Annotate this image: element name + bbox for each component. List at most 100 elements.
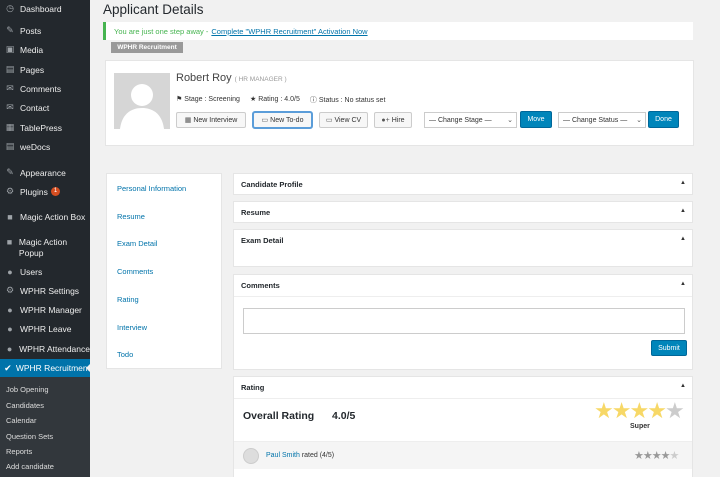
collapse-arrow-icon[interactable]: ▲ bbox=[680, 383, 686, 389]
menu-label: Magic Action Box bbox=[20, 211, 86, 222]
attendance-icon: ● bbox=[6, 343, 13, 354]
exam-detail-panel: Exam Detail ▲ bbox=[233, 229, 693, 267]
nav-todo[interactable]: Todo bbox=[117, 350, 133, 359]
menu-label: WPHR Manager bbox=[20, 304, 82, 315]
menu-wphr-settings[interactable]: ⚙ WPHR Settings bbox=[0, 282, 90, 299]
info-icon: ⓘ bbox=[309, 97, 317, 104]
add-user-icon: ●+ bbox=[381, 116, 390, 124]
new-todo-label: New To-do bbox=[270, 116, 304, 124]
menu-label: Contact bbox=[20, 102, 50, 113]
star-filled-icon: ★ bbox=[660, 450, 671, 462]
page-title: Applicant Details bbox=[103, 2, 204, 17]
rating-descriptor: Super bbox=[630, 423, 650, 430]
submenu-reports[interactable]: Reports bbox=[6, 447, 32, 456]
nav-personal-information[interactable]: Personal Information bbox=[117, 184, 186, 193]
menu-label: weDocs bbox=[20, 141, 51, 152]
flag-icon: ⚑ bbox=[176, 96, 183, 103]
chevron-down-icon: ⌄ bbox=[636, 117, 642, 124]
menu-magic-action-popup[interactable]: ■ Magic Action Popup bbox=[0, 234, 90, 260]
collapse-arrow-icon[interactable]: ▲ bbox=[680, 180, 686, 186]
new-interview-label: New Interview bbox=[193, 116, 238, 124]
menu-wphr-recruitment[interactable]: ✔ WPHR Recruitment bbox=[0, 359, 91, 377]
submenu-job-opening[interactable]: Job Opening bbox=[6, 385, 49, 394]
menu-comments[interactable]: ✉ Comments bbox=[0, 80, 90, 97]
menu-label: WPHR Recruitment bbox=[15, 363, 90, 373]
avatar bbox=[243, 448, 259, 464]
overall-star-rating: ★★★★★ bbox=[594, 398, 685, 423]
rating-panel: Rating ▲ Overall Rating 4.0/5 ★★★★★ Supe… bbox=[233, 376, 693, 477]
document-icon: ▭ bbox=[325, 117, 333, 124]
hire-label: Hire bbox=[391, 116, 405, 124]
applicant-header-card: Robert Roy( HR MANAGER ) ⚑ Stage : Screen… bbox=[105, 60, 694, 146]
manager-icon: ● bbox=[7, 304, 13, 315]
view-cv-button[interactable]: ▭ View CV bbox=[319, 112, 368, 128]
nav-resume[interactable]: Resume bbox=[117, 212, 145, 221]
done-button[interactable]: Done bbox=[648, 111, 679, 128]
menu-wphr-leave[interactable]: ● WPHR Leave bbox=[0, 320, 90, 337]
new-interview-button[interactable]: ▦ New Interview bbox=[176, 112, 246, 128]
overall-rating-label: Overall Rating bbox=[243, 410, 315, 422]
star-empty-icon: ★ bbox=[664, 398, 685, 423]
rater-text: rated (4/5) bbox=[301, 452, 335, 459]
star-empty-icon: ★ bbox=[669, 450, 680, 462]
panel-divider bbox=[234, 296, 692, 297]
menu-contact[interactable]: ✉ Contact bbox=[0, 99, 90, 116]
panel-title: Candidate Profile bbox=[241, 180, 303, 189]
menu-pages[interactable]: ▤ Pages bbox=[0, 61, 90, 78]
panel-title: Exam Detail bbox=[241, 236, 284, 245]
menu-label: Dashboard bbox=[20, 3, 62, 14]
menu-label: Posts bbox=[20, 25, 42, 36]
menu-users[interactable]: ● Users bbox=[0, 263, 90, 280]
star-filled-icon: ★ bbox=[647, 398, 667, 423]
leave-icon: ● bbox=[7, 323, 13, 334]
activation-link[interactable]: Complete "WPHR Recruitment" Activation N… bbox=[211, 27, 367, 36]
magic-box-icon: ■ bbox=[7, 211, 13, 222]
collapse-arrow-icon[interactable]: ▲ bbox=[680, 236, 686, 242]
rater-name-link[interactable]: Paul Smith bbox=[266, 452, 300, 459]
menu-plugins[interactable]: ⚙ Plugins 1 bbox=[0, 183, 90, 200]
plugins-icon: ⚙ bbox=[5, 186, 15, 196]
submenu-add-candidate[interactable]: Add candidate bbox=[6, 462, 54, 471]
star-filled-icon: ★ bbox=[594, 398, 614, 423]
docs-icon: ▤ bbox=[5, 141, 15, 151]
appearance-icon: ✎ bbox=[6, 167, 14, 177]
menu-magic-action-box[interactable]: ■ Magic Action Box bbox=[0, 208, 90, 225]
collapse-arrow-icon[interactable]: ▲ bbox=[680, 281, 686, 287]
star-filled-icon: ★ bbox=[629, 398, 649, 423]
comment-textarea[interactable] bbox=[243, 308, 685, 334]
new-todo-button[interactable]: ▭ New To-do bbox=[253, 112, 312, 128]
menu-label: WPHR Settings bbox=[20, 285, 80, 296]
menu-wedocs[interactable]: ▤ weDocs bbox=[0, 138, 90, 155]
settings-icon: ⚙ bbox=[5, 285, 15, 295]
nav-rating[interactable]: Rating bbox=[117, 295, 139, 304]
menu-dashboard[interactable]: ◷ Dashboard bbox=[0, 0, 90, 17]
chevron-down-icon: ⌄ bbox=[507, 117, 513, 124]
nav-interview[interactable]: Interview bbox=[117, 323, 147, 332]
status-text: Status : No status set bbox=[318, 97, 386, 104]
menu-wphr-manager[interactable]: ● WPHR Manager bbox=[0, 301, 90, 318]
nav-exam-detail[interactable]: Exam Detail bbox=[117, 239, 157, 248]
submit-comment-button[interactable]: Submit bbox=[651, 340, 687, 356]
change-status-select[interactable]: — Change Status — ⌄ bbox=[558, 112, 646, 128]
nav-comments[interactable]: Comments bbox=[117, 267, 153, 276]
submenu-calendar[interactable]: Calendar bbox=[6, 416, 36, 425]
hire-button[interactable]: ●+ Hire bbox=[374, 112, 412, 128]
user-silhouette-icon bbox=[114, 73, 170, 129]
menu-appearance[interactable]: ✎ Appearance bbox=[0, 164, 90, 181]
move-button[interactable]: Move bbox=[520, 111, 552, 128]
applicant-meta: ⚑ Stage : Screening ★ Rating : 4.0/5 ⓘ Stat… bbox=[176, 95, 385, 105]
menu-tablepress[interactable]: ▦ TablePress bbox=[0, 119, 90, 136]
submenu-candidates[interactable]: Candidates bbox=[6, 401, 44, 410]
calendar-icon: ▦ bbox=[184, 117, 192, 124]
recruitment-submenu: Job Opening Candidates Calendar Question… bbox=[0, 377, 90, 477]
menu-wphr-attendance[interactable]: ● WPHR Attendance bbox=[0, 340, 90, 357]
panel-title: Comments bbox=[241, 281, 280, 290]
menu-label: Users bbox=[20, 266, 43, 277]
submenu-question-sets[interactable]: Question Sets bbox=[6, 432, 53, 441]
dashboard-icon: ◷ bbox=[6, 3, 14, 13]
menu-posts[interactable]: ✎ Posts bbox=[0, 22, 90, 39]
star-filled-icon: ★ bbox=[611, 398, 632, 423]
menu-media[interactable]: ▣ Media bbox=[0, 41, 90, 58]
collapse-arrow-icon[interactable]: ▲ bbox=[680, 208, 686, 214]
change-stage-select[interactable]: — Change Stage — ⌄ bbox=[424, 112, 517, 128]
